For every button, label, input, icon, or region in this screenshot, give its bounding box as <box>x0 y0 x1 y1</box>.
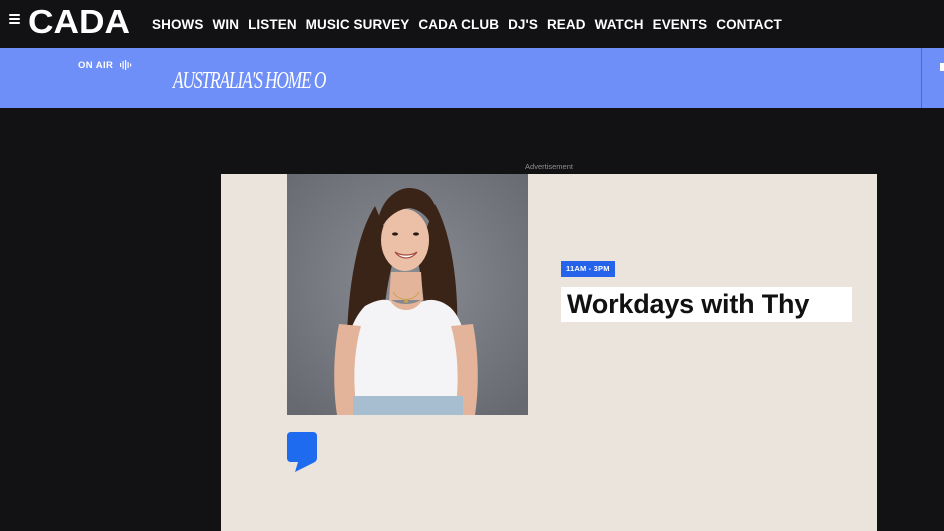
nav-music-survey[interactable]: MUSIC SURVEY <box>306 17 410 32</box>
cada-logo[interactable]: CADA <box>28 6 132 36</box>
nav-cada-club[interactable]: CADA CLUB <box>418 17 499 32</box>
on-air-ticker: AUSTRALIA'S HOME O <box>173 68 326 94</box>
host-photo <box>287 174 528 415</box>
top-navigation: CADA SHOWS WIN LISTEN MUSIC SURVEY CADA … <box>0 0 944 48</box>
nav-read[interactable]: READ <box>547 17 586 32</box>
on-air-bar[interactable]: ON AIR AUSTRALIA'S HOME O <box>0 48 944 108</box>
svg-text:CADA: CADA <box>28 6 130 36</box>
on-air-divider <box>921 48 922 108</box>
nav-win[interactable]: WIN <box>213 17 240 32</box>
main-nav: SHOWS WIN LISTEN MUSIC SURVEY CADA CLUB … <box>152 17 791 32</box>
nav-watch[interactable]: WATCH <box>595 17 644 32</box>
show-time-badge: 11AM - 3PM <box>561 261 615 277</box>
nav-events[interactable]: EVENTS <box>653 17 708 32</box>
current-show-card[interactable]: 11AM - 3PM Workdays with Thy <box>221 174 877 531</box>
on-air-label: ON AIR <box>78 60 114 71</box>
nav-shows[interactable]: SHOWS <box>152 17 204 32</box>
show-title[interactable]: Workdays with Thy <box>561 287 852 322</box>
nav-djs[interactable]: DJ'S <box>508 17 538 32</box>
play-control-edge[interactable] <box>940 63 944 71</box>
speech-bubble-icon <box>287 432 317 472</box>
advertisement-label: Advertisement <box>525 162 573 171</box>
nav-listen[interactable]: LISTEN <box>248 17 297 32</box>
nav-contact[interactable]: CONTACT <box>716 17 782 32</box>
audio-wave-icon <box>120 60 132 70</box>
hamburger-menu-icon[interactable] <box>9 14 20 24</box>
